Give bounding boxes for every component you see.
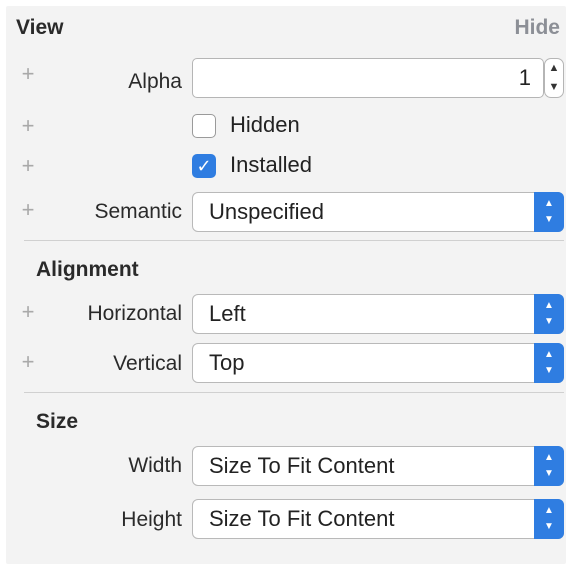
alpha-stepper[interactable]: ▲ ▼	[544, 58, 564, 98]
alignment-section-title: Alignment	[36, 258, 139, 281]
popup-down-arrow-icon: ▼	[544, 468, 554, 479]
stepper-down-icon[interactable]: ▼	[545, 78, 563, 97]
horizontal-label: Horizontal	[87, 302, 182, 325]
horizontal-value: Left	[209, 301, 246, 326]
vertical-popup[interactable]: Top ▲ ▼	[192, 343, 564, 383]
popup-down-arrow-icon: ▼	[544, 521, 554, 532]
popup-up-arrow-icon: ▲	[544, 452, 554, 463]
hidden-checkbox[interactable]	[192, 114, 216, 138]
popup-chevron-icon[interactable]: ▲ ▼	[534, 343, 564, 383]
hidden-label[interactable]: Hidden	[230, 112, 300, 138]
popup-chevron-icon[interactable]: ▲ ▼	[534, 192, 564, 232]
semantic-value: Unspecified	[209, 199, 324, 224]
height-popup[interactable]: Size To Fit Content ▲ ▼	[192, 499, 564, 539]
hidden-plus-icon[interactable]: +	[18, 115, 38, 137]
popup-down-arrow-icon: ▼	[544, 365, 554, 376]
stepper-up-icon[interactable]: ▲	[545, 59, 563, 78]
popup-up-arrow-icon: ▲	[544, 300, 554, 311]
width-value: Size To Fit Content	[209, 453, 395, 478]
size-section-title: Size	[36, 410, 79, 433]
popup-chevron-icon[interactable]: ▲ ▼	[534, 446, 564, 486]
alpha-field[interactable]: 1	[192, 58, 544, 98]
width-popup[interactable]: Size To Fit Content ▲ ▼	[192, 446, 564, 486]
view-section-title: View	[16, 16, 64, 39]
popup-up-arrow-icon: ▲	[544, 505, 554, 516]
popup-down-arrow-icon: ▼	[544, 316, 554, 327]
attributes-inspector-panel: View Hide + Alpha 1 ▲ ▼ + Hidden + ✓ Ins…	[6, 6, 566, 564]
height-value: Size To Fit Content	[209, 506, 395, 531]
popup-up-arrow-icon: ▲	[544, 349, 554, 360]
semantic-popup[interactable]: Unspecified ▲ ▼	[192, 192, 564, 232]
horizontal-popup[interactable]: Left ▲ ▼	[192, 294, 564, 334]
section-divider	[24, 240, 564, 241]
popup-down-arrow-icon: ▼	[544, 214, 554, 225]
alpha-label: Alpha	[128, 70, 182, 93]
popup-chevron-icon[interactable]: ▲ ▼	[534, 499, 564, 539]
height-label: Height	[121, 508, 182, 531]
installed-label[interactable]: Installed	[230, 152, 312, 178]
popup-up-arrow-icon: ▲	[544, 198, 554, 209]
installed-checkbox[interactable]: ✓	[192, 154, 216, 178]
installed-plus-icon[interactable]: +	[18, 155, 38, 177]
semantic-label: Semantic	[94, 200, 182, 223]
section-divider	[24, 392, 564, 393]
hide-button[interactable]: Hide	[514, 16, 560, 40]
popup-chevron-icon[interactable]: ▲ ▼	[534, 294, 564, 334]
width-label: Width	[128, 454, 182, 477]
vertical-value: Top	[209, 350, 245, 375]
vertical-label: Vertical	[113, 352, 182, 375]
